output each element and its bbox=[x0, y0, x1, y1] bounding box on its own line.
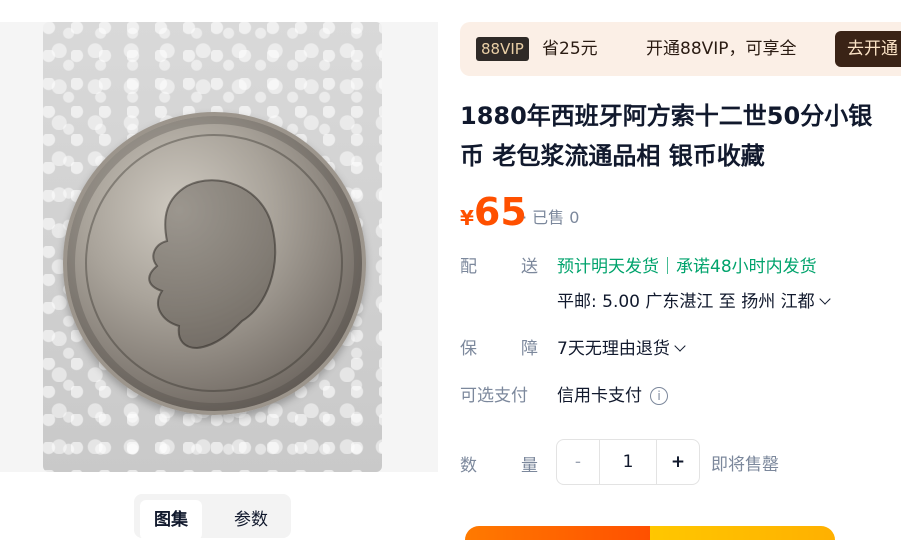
shipping-selector[interactable]: 平邮: 5.00 广东湛江 至 扬州 江都 bbox=[557, 287, 831, 312]
sold-count: · 已售 0 bbox=[522, 208, 580, 227]
buy-buttons-bar[interactable] bbox=[465, 526, 835, 540]
vip-open-text: 开通88VIP，可享全 bbox=[646, 39, 797, 59]
guarantee-selector[interactable]: 7天无理由退货 bbox=[557, 334, 686, 359]
quantity-label: 数 量 bbox=[460, 451, 538, 476]
delivery-label: 配 送 bbox=[460, 252, 538, 277]
product-main-image[interactable] bbox=[43, 22, 382, 472]
shipping-text: 平邮: 5.00 广东湛江 至 扬州 江都 bbox=[557, 292, 815, 312]
price-symbol: ¥ bbox=[460, 206, 474, 230]
payment-label: 可选支付 bbox=[460, 386, 528, 406]
quantity-plus-button[interactable]: + bbox=[657, 440, 699, 484]
tab-gallery[interactable]: 图集 bbox=[140, 500, 202, 540]
silver-coin-image bbox=[63, 112, 366, 415]
quantity-input[interactable]: 1 bbox=[600, 440, 657, 484]
vip-banner: 88VIP 省25元 开通88VIP，可享全 去开通 bbox=[460, 22, 901, 76]
gallery-tabs: 图集 参数 bbox=[134, 494, 291, 540]
quantity-label-a: 数 bbox=[460, 456, 477, 476]
chevron-down-icon bbox=[818, 293, 831, 305]
guarantee-label-a: 保 bbox=[460, 339, 477, 359]
vip-open-button[interactable]: 去开通 bbox=[835, 31, 901, 67]
price: ¥65 bbox=[460, 190, 527, 234]
delivery-label-a: 配 bbox=[460, 257, 477, 277]
product-title: 1880年西班牙阿方索十二世50分小银 币 老包浆流通品相 银币收藏 bbox=[460, 96, 901, 176]
vip-badge: 88VIP bbox=[476, 37, 529, 61]
info-icon[interactable]: i bbox=[650, 387, 668, 405]
stock-status: 即将售罄 bbox=[711, 455, 779, 475]
price-value: 65 bbox=[473, 190, 527, 234]
product-detail-panel: 88VIP 省25元 开通88VIP，可享全 去开通 1880年西班牙阿方索十二… bbox=[460, 0, 901, 540]
quantity-label-b: 量 bbox=[521, 456, 538, 476]
delivery-label-b: 送 bbox=[521, 257, 538, 277]
guarantee-label-b: 障 bbox=[521, 339, 538, 359]
product-title-line1: 1880年西班牙阿方索十二世50分小银 bbox=[460, 102, 873, 130]
chevron-down-icon bbox=[674, 340, 686, 352]
payment-text: 信用卡支付 bbox=[557, 386, 642, 406]
guarantee-label: 保 障 bbox=[460, 334, 538, 359]
quantity-stepper: - 1 + bbox=[556, 439, 700, 485]
product-title-line2: 币 老包浆流通品相 银币收藏 bbox=[460, 142, 765, 170]
delivery-promise: 预计明天发货｜承诺48小时内发货 bbox=[557, 257, 817, 277]
quantity-minus-button[interactable]: - bbox=[557, 440, 600, 484]
guarantee-text: 7天无理由退货 bbox=[557, 339, 670, 359]
tab-params[interactable]: 参数 bbox=[220, 500, 282, 540]
vip-save-text: 省25元 bbox=[542, 39, 598, 59]
payment-value: 信用卡支付 i bbox=[557, 381, 668, 406]
